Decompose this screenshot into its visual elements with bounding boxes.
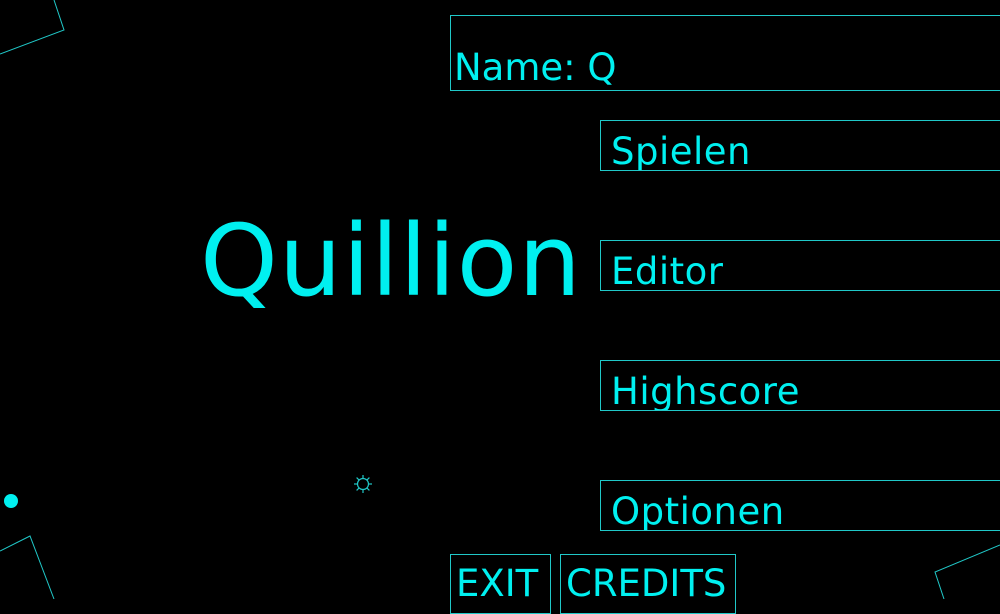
corner-shape-top-left	[0, 0, 65, 55]
game-title: Quillion	[200, 204, 583, 319]
corner-shape-bottom-left	[0, 535, 55, 599]
exit-button[interactable]: EXIT	[450, 554, 551, 614]
play-button[interactable]: Spielen	[600, 120, 1000, 171]
highscore-button-label: Highscore	[611, 370, 800, 411]
credits-button-label: CREDITS	[566, 562, 727, 605]
gear-icon	[354, 475, 372, 493]
editor-button[interactable]: Editor	[600, 240, 1000, 291]
options-button-label: Optionen	[611, 490, 785, 531]
editor-button-label: Editor	[611, 250, 724, 291]
corner-shape-bottom-right	[934, 544, 1000, 599]
credits-button[interactable]: CREDITS	[560, 554, 736, 614]
play-button-label: Spielen	[611, 130, 752, 171]
options-button[interactable]: Optionen	[600, 480, 1000, 531]
name-input-label: Name: Q	[454, 46, 617, 89]
highscore-button[interactable]: Highscore	[600, 360, 1000, 411]
exit-button-label: EXIT	[456, 562, 539, 605]
name-input[interactable]: Name: Q	[450, 15, 1000, 91]
dot-icon	[4, 494, 18, 508]
